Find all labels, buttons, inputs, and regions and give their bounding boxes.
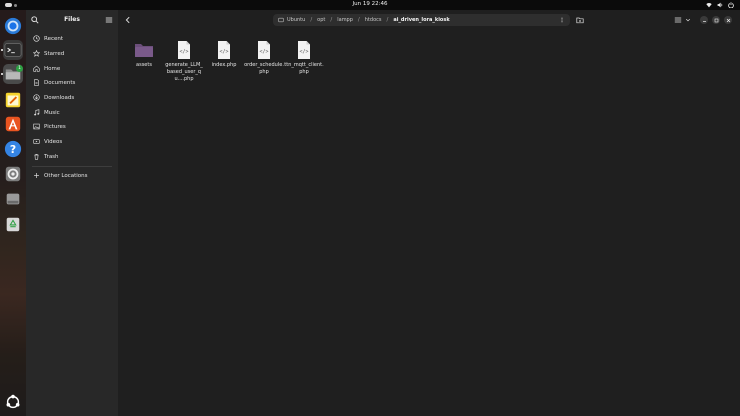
wifi-icon[interactable] bbox=[706, 2, 712, 8]
drive-icon[interactable] bbox=[3, 189, 23, 209]
running-indicator bbox=[1, 73, 3, 75]
files-badge: 1 bbox=[16, 65, 23, 72]
sidebar-item-label: Downloads bbox=[44, 94, 75, 101]
sidebar-item-downloads[interactable]: Downloads bbox=[30, 91, 114, 104]
file-browser: Ubuntu / opt / lampp / htdocs / ai_drive… bbox=[118, 10, 740, 416]
php-file-icon: </> bbox=[258, 41, 270, 59]
sidebar-item-label: Other Locations bbox=[44, 172, 88, 179]
running-indicator bbox=[1, 49, 3, 51]
php-file-icon: </> bbox=[218, 41, 230, 59]
php-file-icon: </> bbox=[298, 41, 310, 59]
header-bar: Ubuntu / opt / lampp / htdocs / ai_drive… bbox=[118, 10, 740, 30]
breadcrumb-separator: / bbox=[357, 17, 360, 23]
new-folder-icon[interactable] bbox=[576, 16, 584, 24]
sidebar-item-other-locations[interactable]: Other Locations bbox=[30, 169, 114, 182]
settings-icon[interactable] bbox=[3, 164, 23, 184]
breadcrumb-lampp[interactable]: lampp bbox=[337, 17, 353, 23]
svg-text:</>: </> bbox=[179, 49, 188, 55]
sidebar-item-home[interactable]: Home bbox=[30, 62, 114, 75]
sidebar-item-label: Documents bbox=[44, 79, 76, 86]
file-name: generate_LLM_based_user_qu....php bbox=[165, 62, 203, 82]
minimize-icon bbox=[702, 20, 706, 22]
sidebar-item-label: Starred bbox=[44, 50, 65, 57]
breadcrumb-ubuntu[interactable]: Ubuntu bbox=[287, 17, 305, 23]
minimize-button[interactable] bbox=[700, 16, 708, 24]
chevron-left-icon bbox=[125, 16, 130, 24]
sidebar-item-trash[interactable]: Trash bbox=[30, 150, 114, 163]
file-item-order-schedule[interactable]: </> order_schedule.php bbox=[244, 40, 284, 76]
file-item-index[interactable]: </> index.php bbox=[204, 40, 244, 69]
picture-icon bbox=[33, 123, 40, 130]
file-item-assets[interactable]: assets bbox=[124, 40, 164, 69]
chevron-down-icon[interactable] bbox=[685, 16, 691, 24]
dock: 1 ? bbox=[0, 10, 26, 416]
file-name: order_schedule.php bbox=[244, 62, 284, 75]
folder-icon bbox=[135, 44, 153, 57]
sidebar-item-videos[interactable]: Videos bbox=[30, 135, 114, 148]
maximize-button[interactable] bbox=[712, 16, 720, 24]
chrome-icon[interactable] bbox=[3, 16, 23, 36]
music-icon bbox=[34, 109, 40, 116]
sidebar-item-music[interactable]: Music bbox=[30, 106, 114, 119]
close-button[interactable] bbox=[724, 16, 732, 24]
more-vertical-icon[interactable] bbox=[559, 17, 565, 23]
help-icon[interactable]: ? bbox=[3, 139, 23, 159]
power-icon[interactable] bbox=[728, 2, 734, 8]
sidebar-item-label: Home bbox=[44, 65, 61, 72]
path-bar[interactable]: Ubuntu / opt / lampp / htdocs / ai_drive… bbox=[273, 14, 570, 26]
sidebar: Files Recent Starred Home Documents Down… bbox=[26, 10, 118, 416]
clock-icon bbox=[33, 35, 40, 42]
sidebar-header: Files bbox=[26, 10, 118, 30]
sidebar-item-label: Music bbox=[44, 109, 60, 116]
hamburger-menu-icon[interactable] bbox=[105, 16, 113, 24]
file-name: assets bbox=[136, 62, 152, 68]
file-item-generate-llm[interactable]: </> generate_LLM_based_user_qu....php bbox=[164, 40, 204, 83]
php-file-icon: </> bbox=[178, 41, 190, 59]
star-icon bbox=[33, 50, 40, 57]
home-icon bbox=[33, 65, 40, 72]
sidebar-item-pictures[interactable]: Pictures bbox=[30, 120, 114, 133]
sidebar-item-starred[interactable]: Starred bbox=[30, 47, 114, 60]
sidebar-divider bbox=[32, 166, 112, 167]
svg-text:?: ? bbox=[10, 143, 16, 156]
volume-icon[interactable] bbox=[717, 2, 723, 8]
sidebar-item-label: Recent bbox=[44, 35, 64, 42]
drive-icon bbox=[278, 17, 284, 23]
svg-text:</>: </> bbox=[219, 49, 228, 55]
svg-text:</>: </> bbox=[299, 49, 308, 55]
text-editor-icon[interactable] bbox=[3, 90, 23, 110]
sidebar-item-recent[interactable]: Recent bbox=[30, 32, 114, 45]
download-icon bbox=[33, 94, 40, 101]
back-button[interactable] bbox=[123, 15, 133, 25]
system-tray[interactable] bbox=[706, 2, 734, 8]
sidebar-item-label: Trash bbox=[44, 153, 59, 160]
clock[interactable]: Jun 19 22:46 bbox=[0, 1, 740, 7]
breadcrumb-separator: / bbox=[310, 17, 313, 23]
restore-icon bbox=[714, 18, 718, 22]
breadcrumb-htdocs[interactable]: htdocs bbox=[365, 17, 382, 23]
show-apps-icon[interactable] bbox=[3, 392, 23, 412]
close-icon bbox=[726, 18, 730, 22]
list-view-icon[interactable] bbox=[674, 16, 682, 24]
breadcrumb-opt[interactable]: opt bbox=[317, 17, 325, 23]
sidebar-item-documents[interactable]: Documents bbox=[30, 76, 114, 89]
document-icon bbox=[34, 79, 39, 86]
breadcrumb-current[interactable]: ai_driven_lora_kiosk bbox=[393, 17, 449, 23]
trash-icon bbox=[34, 153, 39, 160]
trash-icon[interactable] bbox=[3, 214, 23, 234]
top-bar: Jun 19 22:46 bbox=[0, 0, 740, 10]
file-name: ttn_mqtt_client.php bbox=[284, 62, 324, 75]
terminal-icon[interactable] bbox=[3, 40, 23, 60]
breadcrumb-separator: / bbox=[386, 17, 389, 23]
svg-text:</>: </> bbox=[259, 49, 268, 55]
file-item-ttn-mqtt-client[interactable]: </> ttn_mqtt_client.php bbox=[284, 40, 324, 76]
plus-icon bbox=[34, 173, 39, 178]
sidebar-item-label: Pictures bbox=[44, 123, 66, 130]
file-name: index.php bbox=[211, 62, 237, 68]
breadcrumb-separator: / bbox=[330, 17, 333, 23]
sidebar-item-label: Videos bbox=[44, 138, 63, 145]
app-center-icon[interactable] bbox=[3, 114, 23, 134]
video-icon bbox=[33, 139, 40, 144]
